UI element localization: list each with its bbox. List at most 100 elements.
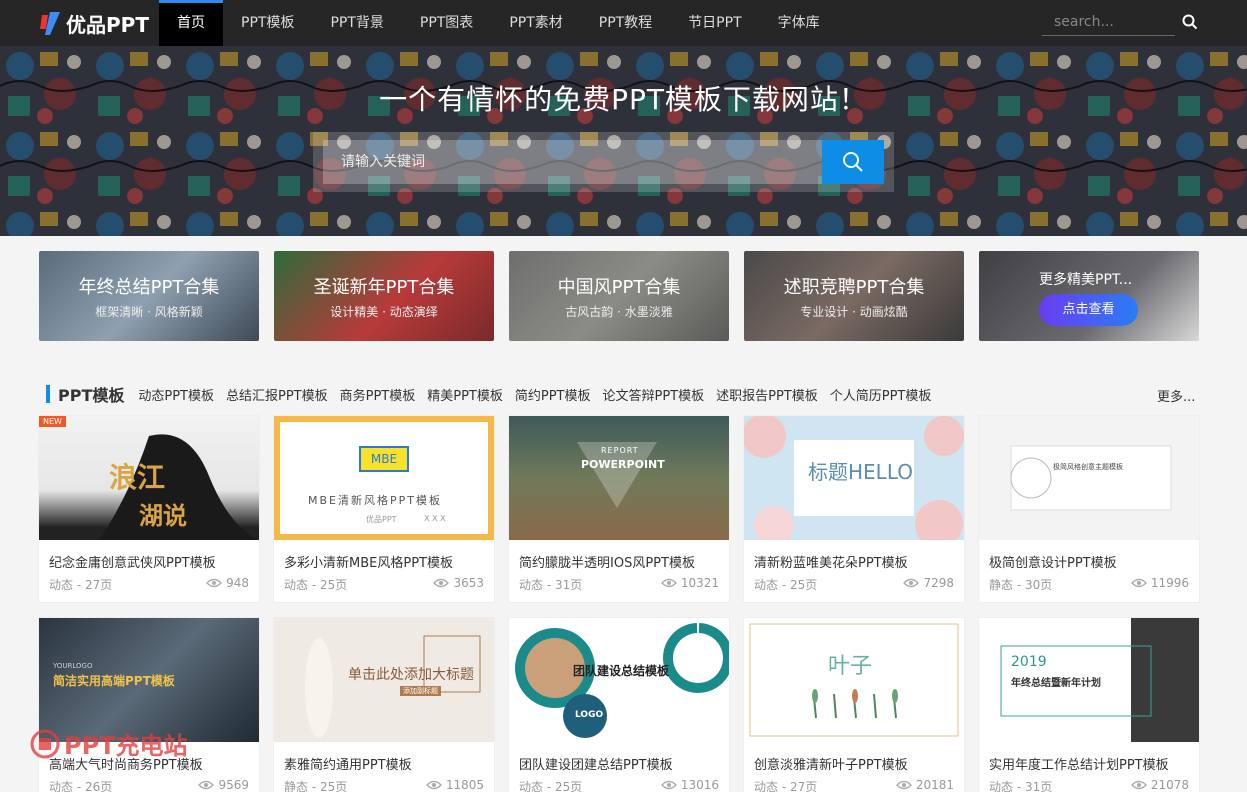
nav-item-ppt-materials[interactable]: PPT素材: [491, 0, 580, 46]
template-name[interactable]: 纪念金庸创意武侠风PPT模板: [49, 552, 216, 571]
category-link[interactable]: 动态PPT模板: [138, 385, 214, 404]
collection-title: 圣诞新年PPT合集: [313, 277, 455, 298]
template-name[interactable]: 创意淡雅清新叶子PPT模板: [754, 754, 908, 773]
section-title: PPT模板: [58, 386, 125, 405]
template-name[interactable]: 素雅简约通用PPT模板: [284, 754, 412, 773]
template-card[interactable]: 叶子 创意淡雅清新叶子PPT模板 动态 - 27页 20181: [743, 617, 965, 792]
template-meta: 动态 - 25页: [519, 780, 583, 792]
template-meta: 静态 - 25页: [284, 780, 348, 792]
nav-item-ppt-templates[interactable]: PPT模板: [223, 0, 312, 46]
nav-item-fonts[interactable]: 字体库: [760, 0, 838, 46]
thumbnail-text: 简洁实用高端PPT模板: [53, 674, 175, 688]
template-name[interactable]: 简约朦胧半透明IOS风PPT模板: [519, 552, 695, 571]
thumbnail-art: [515, 623, 729, 738]
thumbnail-text: POWERPOINT: [581, 458, 665, 471]
view-count-value: 21078: [1150, 778, 1189, 792]
view-count: 9569: [198, 778, 249, 792]
category-link[interactable]: 精美PPT模板: [427, 385, 503, 404]
collection-title: 述职竞聘PPT合集: [783, 277, 925, 298]
category-link[interactable]: 论文答辩PPT模板: [603, 385, 705, 404]
search-icon[interactable]: [1182, 14, 1198, 30]
collection-more[interactable]: 更多精美PPT... 点击查看: [979, 251, 1199, 341]
template-name[interactable]: 清新粉蓝唯美花朵PPT模板: [754, 552, 908, 571]
template-thumbnail[interactable]: MBE MBE清新风格PPT模板 优品PPT X X X: [274, 416, 494, 540]
banner-title: 一个有情怀的免费PPT模板下载网站！: [379, 83, 868, 116]
template-meta: 静态 - 30页: [989, 578, 1053, 592]
thumbnail-text: 叶子: [828, 654, 873, 679]
template-card[interactable]: YOURLOGO 简洁实用高端PPT模板 高端大气时尚商务PPT模板 动态 - …: [38, 617, 260, 792]
hero-banner: 一个有情怀的免费PPT模板下载网站！ 请输入关键词: [0, 46, 1247, 236]
category-link[interactable]: 述职报告PPT模板: [716, 385, 818, 404]
nav-item-ppt-charts[interactable]: PPT图表: [402, 0, 491, 46]
template-thumbnail[interactable]: 2019 年终总结暨新年计划: [979, 618, 1199, 742]
eye-icon: [433, 578, 450, 588]
category-link[interactable]: 个人简历PPT模板: [830, 385, 932, 404]
template-thumbnail[interactable]: YOURLOGO 简洁实用高端PPT模板: [39, 618, 259, 742]
view-count: 948: [206, 576, 249, 590]
watermark-logo-icon: [30, 729, 60, 758]
thumbnail-text: MBE: [359, 446, 409, 472]
view-count: 10321: [660, 576, 719, 590]
eye-icon: [425, 780, 442, 790]
template-name[interactable]: 极简创意设计PPT模板: [989, 552, 1117, 571]
collection-subtitle: 专业设计 · 动画炫酷: [800, 305, 908, 319]
nav-item-ppt-tutorials[interactable]: PPT教程: [581, 0, 670, 46]
view-count-value: 10321: [680, 576, 719, 590]
category-link[interactable]: 简约PPT模板: [515, 385, 591, 404]
template-meta: 动态 - 27页: [49, 578, 113, 592]
eye-icon: [1130, 780, 1147, 790]
thumbnail-text: X X X: [424, 514, 446, 523]
template-card[interactable]: 标题HELLO 清新粉蓝唯美花朵PPT模板 动态 - 25页 7298: [743, 415, 965, 603]
template-thumbnail[interactable]: 标题HELLO: [744, 416, 964, 540]
banner-search-button[interactable]: [822, 140, 884, 184]
view-more-button[interactable]: 点击查看: [1039, 294, 1138, 326]
template-thumbnail[interactable]: 叶子: [744, 618, 964, 742]
template-name[interactable]: 多彩小清新MBE风格PPT模板: [284, 552, 453, 571]
template-thumbnail[interactable]: 极简风格创意主题模板: [979, 416, 1199, 540]
nav-item-ppt-backgrounds[interactable]: PPT背景: [312, 0, 401, 46]
thumbnail-text: 标题HELLO: [808, 460, 913, 484]
logo-icon: [40, 12, 60, 35]
view-count-value: 3653: [453, 576, 484, 590]
view-count-value: 948: [226, 576, 249, 590]
template-card[interactable]: REPORT POWERPOINT 简约朦胧半透明IOS风PPT模板 动态 - …: [508, 415, 730, 603]
thumbnail-text: 单击此处添加大标题: [348, 667, 474, 683]
view-count-value: 7298: [923, 576, 954, 590]
category-link[interactable]: 商务PPT模板: [340, 385, 416, 404]
collection-year-end[interactable]: 年终总结PPT合集 框架清晰 · 风格新颖: [39, 251, 259, 341]
category-link[interactable]: 总结汇报PPT模板: [226, 385, 328, 404]
template-card[interactable]: 极简风格创意主题模板 极简创意设计PPT模板 静态 - 30页 11996: [978, 415, 1200, 603]
template-meta: 动态 - 31页: [519, 578, 583, 592]
template-card[interactable]: 单击此处添加大标题 添加副标题 素雅简约通用PPT模板 静态 - 25页 118…: [273, 617, 495, 792]
section-more-link[interactable]: 更多...: [1157, 386, 1195, 405]
view-count-value: 13016: [680, 778, 719, 792]
thumbnail-text: 优品PPT: [366, 515, 397, 524]
view-count: 7298: [903, 576, 954, 590]
template-thumbnail[interactable]: 团队建设总结模板 LOGO: [509, 618, 729, 742]
eye-icon: [660, 780, 677, 790]
nav-item-holiday-ppt[interactable]: 节日PPT: [670, 0, 759, 46]
template-thumbnail[interactable]: 浪江 湖说 NEW: [39, 416, 259, 540]
eye-icon: [198, 780, 215, 790]
template-name[interactable]: 团队建设团建总结PPT模板: [519, 754, 673, 773]
view-count-value: 11996: [1150, 576, 1189, 590]
template-card[interactable]: 2019 年终总结暨新年计划 实用年度工作总结计划PPT模板 动态 - 31页 …: [978, 617, 1200, 792]
view-count: 11996: [1130, 576, 1189, 590]
collection-title: 更多精美PPT...: [1039, 272, 1133, 288]
collection-christmas[interactable]: 圣诞新年PPT合集 设计精美 · 动态演绎: [274, 251, 494, 341]
template-card[interactable]: 浪江 湖说 NEW 纪念金庸创意武侠风PPT模板 动态 - 27页 948: [38, 415, 260, 603]
collection-chinese-style[interactable]: 中国风PPT合集 古风古韵 · 水墨淡雅: [509, 251, 729, 341]
collection-job-review[interactable]: 述职竞聘PPT合集 专业设计 · 动画炫酷: [744, 251, 964, 341]
template-name[interactable]: 实用年度工作总结计划PPT模板: [989, 754, 1169, 773]
thumbnail-text: YOURLOGO: [53, 662, 93, 670]
template-card[interactable]: MBE MBE清新风格PPT模板 优品PPT X X X 多彩小清新MBE风格P…: [273, 415, 495, 603]
nav-search-input[interactable]: search...: [1042, 10, 1175, 36]
banner-search-input[interactable]: 请输入关键词: [323, 140, 822, 184]
template-thumbnail[interactable]: REPORT POWERPOINT: [509, 416, 729, 540]
section-header: PPT模板 动态PPT模板 总结汇报PPT模板 商务PPT模板 精美PPT模板 …: [46, 382, 943, 406]
site-logo[interactable]: 优品PPT: [38, 9, 149, 37]
top-nav: 优品PPT 首页 PPT模板 PPT背景 PPT图表 PPT素材 PPT教程 节…: [0, 0, 1247, 46]
nav-item-home[interactable]: 首页: [159, 0, 223, 46]
template-card[interactable]: 团队建设总结模板 LOGO 团队建设团建总结PPT模板 动态 - 25页 130…: [508, 617, 730, 792]
template-thumbnail[interactable]: 单击此处添加大标题 添加副标题: [274, 618, 494, 742]
